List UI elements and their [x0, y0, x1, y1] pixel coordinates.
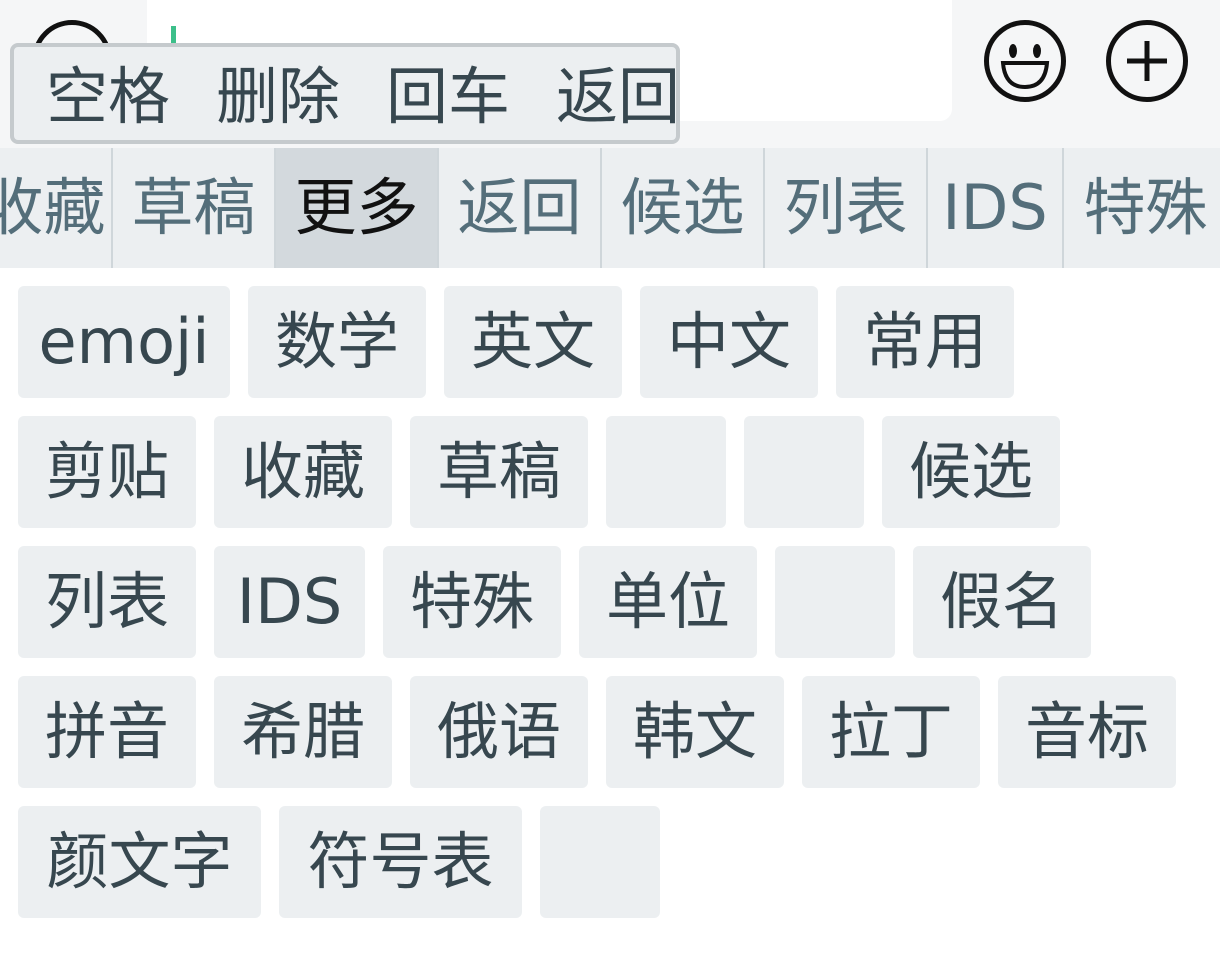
key-pinyin[interactable]: 拼音 — [18, 676, 196, 788]
key-phonetic[interactable]: 音标 — [998, 676, 1176, 788]
key-favorites[interactable]: 收藏 — [214, 416, 392, 528]
tab-drafts[interactable]: 草稿 — [113, 148, 276, 268]
delete-key[interactable]: 删除 — [216, 61, 340, 133]
plus-circle-icon[interactable] — [1106, 20, 1188, 102]
key-english[interactable]: 英文 — [444, 286, 622, 398]
key-drafts[interactable]: 草稿 — [410, 416, 588, 528]
tab-candidates[interactable]: 候选 — [602, 148, 765, 268]
category-tab-bar: 收藏 草稿 更多 返回 候选 列表 IDS 特殊 — [0, 148, 1220, 268]
key-math[interactable]: 数学 — [248, 286, 426, 398]
tab-back[interactable]: 返回 — [439, 148, 602, 268]
tab-list[interactable]: 列表 — [765, 148, 928, 268]
key-blank-1[interactable] — [606, 416, 726, 528]
quick-action-popup: 空格 删除 回车 返回 — [10, 43, 680, 144]
key-list[interactable]: 列表 — [18, 546, 196, 658]
smiley-face-icon[interactable] — [984, 20, 1066, 102]
key-chinese[interactable]: 中文 — [640, 286, 818, 398]
key-greek[interactable]: 希腊 — [214, 676, 392, 788]
tab-more[interactable]: 更多 — [276, 148, 439, 268]
key-units[interactable]: 单位 — [579, 546, 757, 658]
key-russian[interactable]: 俄语 — [410, 676, 588, 788]
key-ids[interactable]: IDS — [214, 546, 365, 658]
key-korean[interactable]: 韩文 — [606, 676, 784, 788]
key-special[interactable]: 特殊 — [383, 546, 561, 658]
key-symbol-table[interactable]: 符号表 — [279, 806, 522, 918]
tab-special[interactable]: 特殊 — [1064, 148, 1220, 268]
key-clipboard[interactable]: 剪贴 — [18, 416, 196, 528]
key-kana[interactable]: 假名 — [913, 546, 1091, 658]
tab-ids[interactable]: IDS — [928, 148, 1064, 268]
key-blank-2[interactable] — [744, 416, 864, 528]
key-kaomoji[interactable]: 颜文字 — [18, 806, 261, 918]
key-latin[interactable]: 拉丁 — [802, 676, 980, 788]
key-blank-4[interactable] — [540, 806, 660, 918]
enter-key[interactable]: 回车 — [386, 61, 510, 133]
key-candidates[interactable]: 候选 — [882, 416, 1060, 528]
key-emoji[interactable]: emoji — [18, 286, 230, 398]
space-key[interactable]: 空格 — [46, 61, 170, 133]
key-blank-3[interactable] — [775, 546, 895, 658]
input-bar: 空格 删除 回车 返回 — [0, 0, 1220, 148]
key-common[interactable]: 常用 — [836, 286, 1014, 398]
back-key[interactable]: 返回 — [556, 61, 676, 133]
tab-favorites[interactable]: 收藏 — [0, 148, 113, 268]
